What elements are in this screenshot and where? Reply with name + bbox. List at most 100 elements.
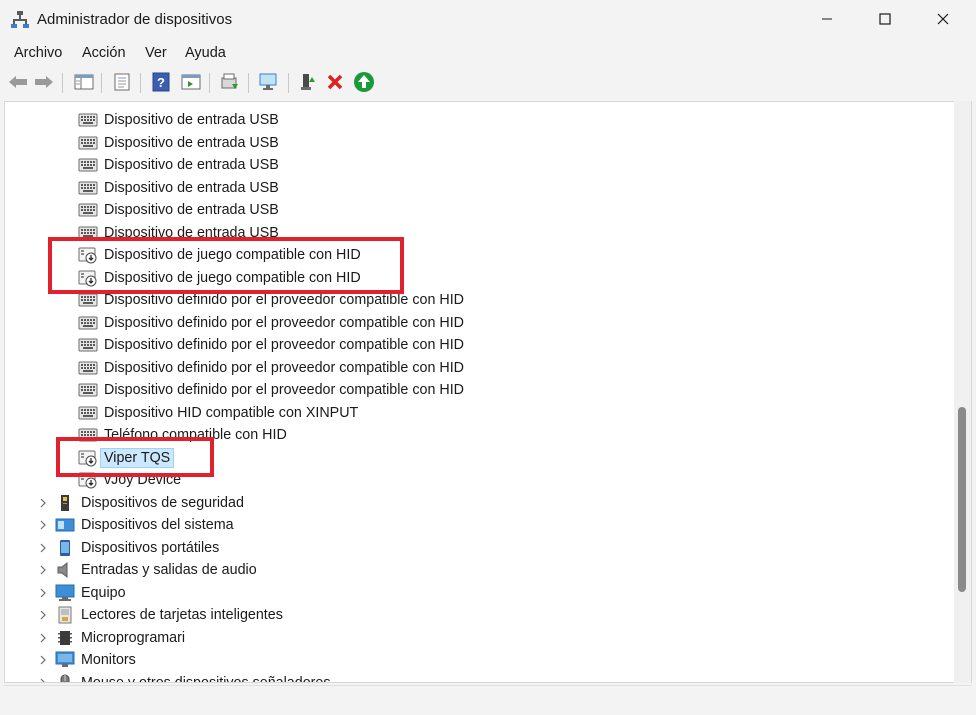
minimize-button[interactable]: [804, 0, 850, 40]
svg-text:?: ?: [157, 75, 165, 90]
toolbar-separator: [101, 73, 102, 93]
device-item[interactable]: Dispositivo de entrada USB: [78, 154, 279, 176]
chevron-right-icon[interactable]: [38, 678, 48, 682]
device-item[interactable]: Dispositivo de entrada USB: [78, 132, 279, 154]
portable-devices-icon: [55, 539, 75, 557]
device-category[interactable]: Lectores de tarjetas inteligentes: [55, 604, 283, 626]
device-item-label: Dispositivo de entrada USB: [104, 202, 279, 218]
properties-icon: [112, 73, 132, 94]
device-item-label: Dispositivo HID compatible con XINPUT: [104, 404, 359, 421]
device-item[interactable]: Dispositivo definido por el proveedor co…: [78, 312, 464, 334]
hid-keyboard-icon: [78, 179, 98, 197]
device-category[interactable]: Dispositivos portátiles: [55, 537, 219, 559]
show-hide-console-tree-button[interactable]: [73, 72, 95, 94]
device-category[interactable]: Mouse y otros dispositivos señaladores: [55, 672, 331, 682]
action-pane-icon: [181, 73, 201, 94]
uninstall-device-button[interactable]: [324, 72, 346, 94]
close-icon: [937, 12, 949, 28]
chevron-right-icon[interactable]: [38, 610, 48, 620]
menu-archivo[interactable]: Archivo: [14, 45, 62, 61]
device-category[interactable]: Monitors: [55, 649, 136, 671]
annotation-highlight-game-devices: [48, 237, 404, 294]
device-category[interactable]: Dispositivos del sistema: [55, 514, 234, 536]
toolbar: ?: [0, 66, 976, 99]
update-icon: [353, 71, 375, 96]
device-item-label: Dispositivo definido por el proveedor co…: [104, 359, 464, 376]
forward-button[interactable]: [33, 72, 55, 94]
device-item-label: Dispositivo definido por el proveedor co…: [104, 337, 464, 353]
enable-device-icon: [298, 72, 318, 95]
audio-inputs-outputs-icon: [55, 561, 75, 579]
hid-keyboard-icon: [78, 404, 98, 422]
firmware-icon: [55, 629, 75, 647]
back-button[interactable]: [7, 72, 29, 94]
annotation-highlight-viper-tqs: [56, 437, 214, 477]
vertical-scrollbar[interactable]: [954, 101, 971, 683]
maximize-button[interactable]: [862, 0, 908, 40]
toolbar-separator: [248, 73, 249, 93]
chevron-right-icon[interactable]: [38, 633, 48, 643]
device-category[interactable]: Microprogramari: [55, 627, 185, 649]
chevron-right-icon[interactable]: [38, 588, 48, 598]
chevron-right-icon[interactable]: [38, 498, 48, 508]
device-item-label: Dispositivo de entrada USB: [104, 112, 279, 128]
menu-accion[interactable]: Acción: [82, 45, 126, 61]
device-item[interactable]: Dispositivo de entrada USB: [78, 109, 279, 131]
back-arrow-icon: [8, 74, 28, 93]
minimize-icon: [821, 12, 833, 28]
update-button[interactable]: [353, 71, 375, 96]
device-item[interactable]: Dispositivo definido por el proveedor co…: [78, 334, 464, 356]
close-button[interactable]: [920, 0, 966, 40]
device-category[interactable]: Entradas y salidas de audio: [55, 559, 257, 581]
chevron-right-icon[interactable]: [38, 565, 48, 575]
security-devices-icon: [55, 494, 75, 512]
hid-keyboard-icon: [78, 156, 98, 174]
action-pane-button[interactable]: [180, 72, 202, 94]
maximize-icon: [879, 12, 891, 28]
chevron-right-icon[interactable]: [38, 543, 48, 553]
device-item[interactable]: Dispositivo de entrada USB: [78, 177, 279, 199]
menu-ver[interactable]: Ver: [145, 45, 167, 61]
scan-hardware-icon: [258, 72, 280, 95]
toolbar-separator: [288, 73, 289, 93]
device-category-label: Lectores de tarjetas inteligentes: [81, 607, 283, 623]
device-manager-icon: [11, 10, 29, 28]
device-category[interactable]: Dispositivos de seguridad: [55, 492, 244, 514]
help-button[interactable]: ?: [150, 72, 172, 94]
device-category[interactable]: Equipo: [55, 582, 126, 604]
scan-hardware-button[interactable]: [258, 72, 280, 94]
chevron-right-icon[interactable]: [38, 655, 48, 665]
scrollbar-thumb[interactable]: [958, 407, 966, 592]
device-tree[interactable]: Dispositivo de entrada USB Dispositivo de…: [4, 101, 972, 683]
device-item[interactable]: Dispositivo HID compatible con XINPUT: [78, 402, 358, 424]
toolbar-separator: [140, 73, 141, 93]
device-item-label: Dispositivo de entrada USB: [104, 157, 279, 173]
device-item[interactable]: Dispositivo definido por el proveedor co…: [78, 379, 464, 401]
device-item[interactable]: Dispositivo de entrada USB: [78, 199, 279, 221]
enable-device-button[interactable]: [297, 72, 319, 94]
hid-keyboard-icon: [78, 314, 98, 332]
update-driver-icon: [220, 72, 240, 95]
help-icon: ?: [151, 72, 171, 95]
menu-ayuda[interactable]: Ayuda: [185, 45, 226, 61]
system-devices-icon: [55, 516, 75, 534]
smart-card-readers-icon: [55, 606, 75, 624]
device-item-label: Dispositivo definido por el proveedor co…: [104, 314, 464, 331]
device-item-label: Dispositivo de entrada USB: [104, 134, 279, 151]
update-driver-button[interactable]: [219, 72, 241, 94]
window-title: Administrador de dispositivos: [37, 11, 233, 28]
mouse-icon: [55, 674, 75, 682]
toolbar-separator: [62, 73, 63, 93]
device-category-label: Dispositivos de seguridad: [81, 494, 244, 511]
monitors-icon: [55, 651, 75, 669]
properties-button[interactable]: [111, 72, 133, 94]
device-item[interactable]: Dispositivo definido por el proveedor co…: [78, 357, 464, 379]
status-bar: [4, 685, 972, 711]
hid-keyboard-icon: [78, 201, 98, 219]
chevron-right-icon[interactable]: [38, 520, 48, 530]
device-category-label: Monitors: [81, 652, 136, 668]
forward-arrow-icon: [34, 74, 54, 93]
toolbar-separator: [209, 73, 210, 93]
hid-keyboard-icon: [78, 111, 98, 129]
device-category-label: Equipo: [81, 584, 126, 601]
